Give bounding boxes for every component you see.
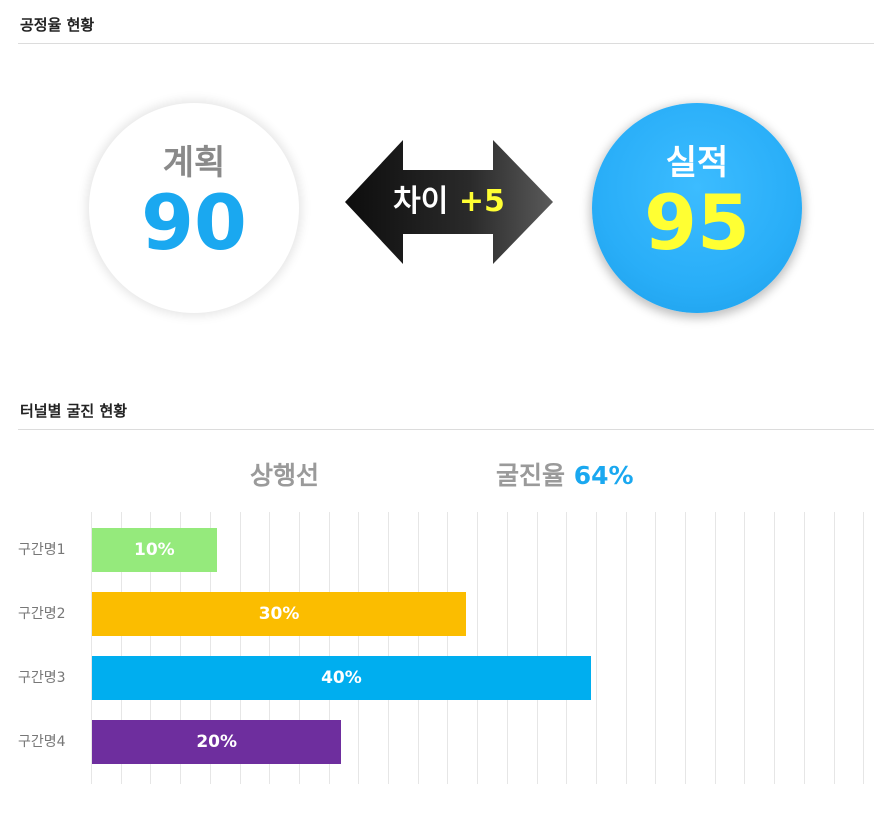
grid-line [417, 512, 419, 784]
row-label: 구간명2 [18, 606, 66, 622]
actual-label: 실적 [665, 143, 729, 183]
progress-section-title: 공정율 현황 [20, 16, 95, 34]
row-label: 구간명1 [18, 542, 66, 558]
progress-divider [18, 43, 874, 44]
tunnel-section-title: 터널별 굴진 현황 [20, 402, 128, 420]
grid-line [447, 512, 449, 784]
grid-line [506, 512, 508, 784]
grid-line [774, 512, 776, 784]
excavation-rate: 굴진율 64% [496, 456, 634, 492]
grid-line [595, 512, 597, 784]
bar: 10% [92, 528, 217, 572]
bar: 20% [92, 720, 342, 764]
row-label: 구간명4 [18, 734, 66, 750]
grid-line [744, 512, 746, 784]
grid-line [625, 512, 627, 784]
grid-line [685, 512, 686, 784]
bar: 30% [92, 592, 467, 636]
actual-value: 95 [644, 178, 750, 267]
difference-label: 차이 [393, 184, 449, 219]
grid-line [833, 512, 835, 784]
bar-value-label: 30% [258, 604, 300, 624]
grid-line [477, 512, 479, 784]
grid-line [536, 512, 538, 784]
grid-line [863, 512, 865, 784]
grid-line [358, 512, 360, 784]
line-name: 상행선 [250, 461, 320, 490]
grid-line [655, 512, 657, 784]
row-label: 구간명3 [18, 670, 66, 686]
rate-value: 64% [573, 461, 634, 490]
bar: 40% [92, 656, 591, 700]
difference-text: 차이 +5 [345, 180, 553, 224]
plan-label: 계획 [162, 143, 226, 183]
bar-value-label: 40% [321, 668, 362, 688]
rate-label: 굴진율 [496, 461, 566, 490]
difference-value: +5 [458, 184, 505, 219]
grid-line [388, 512, 389, 784]
grid-line [803, 512, 805, 784]
grid-line [566, 512, 568, 784]
bar-value-label: 20% [196, 732, 238, 752]
plan-circle: 계획 90 [89, 103, 299, 313]
bar-value-label: 10% [134, 540, 175, 560]
actual-circle: 실적 95 [592, 103, 802, 313]
grid-line [714, 512, 716, 784]
tunnel-divider [18, 429, 874, 430]
plan-value: 90 [141, 178, 247, 267]
